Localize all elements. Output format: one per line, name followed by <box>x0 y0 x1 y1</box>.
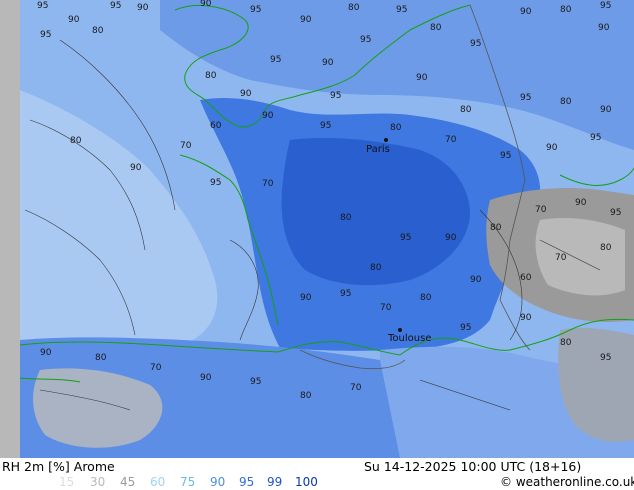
contour-value-label: 90 <box>68 15 80 25</box>
map-edge-strip <box>0 0 20 458</box>
contour-value-label: 80 <box>460 105 472 115</box>
contour-value-label: 80 <box>70 136 82 146</box>
legend-item-15: 15 <box>59 475 75 489</box>
contour-value-label: 90 <box>600 105 612 115</box>
contour-value-label: 90 <box>416 73 428 83</box>
contour-value-label: 90 <box>300 15 312 25</box>
contour-value-label: 80 <box>348 3 360 13</box>
humidity-map: 95 90 95 90 95 80 90 95 90 80 95 80 95 90 80 95 90 95 90 95… <box>0 0 634 458</box>
contour-value-label: 95 <box>610 208 621 218</box>
contour-value-label: 80 <box>370 263 382 273</box>
contour-value-label: 90 <box>262 111 274 121</box>
contour-value-label: 80 <box>560 5 572 15</box>
contour-value-label: 95 <box>330 91 341 101</box>
contour-value-label: 95 <box>40 30 51 40</box>
contour-value-label: 80 <box>560 338 572 348</box>
contour-value-label: 90 <box>520 7 532 17</box>
contour-value-label: 70 <box>445 135 457 145</box>
contour-value-label: 95 <box>250 377 261 387</box>
contour-value-label: 95 <box>320 121 331 131</box>
contour-value-label: 90 <box>575 198 587 208</box>
credit-text[interactable]: © weatheronline.co.uk <box>500 475 634 489</box>
legend-item-60: 60 <box>150 475 166 489</box>
map-footer: RH 2m [%] Arome Su 14-12-2025 10:00 UTC … <box>0 458 634 490</box>
contour-value-label: 70 <box>180 141 192 151</box>
contour-value-label: 95 <box>110 1 121 11</box>
contour-value-label: 80 <box>205 71 217 81</box>
toulouse-dot <box>398 328 402 332</box>
contour-value-label: 95 <box>210 178 221 188</box>
legend-item-90: 90 <box>210 475 226 489</box>
city-label-toulouse: Toulouse <box>387 333 431 344</box>
legend-item-95: 95 <box>239 475 255 489</box>
contour-value-label: 90 <box>200 373 212 383</box>
contour-value-label: 95 <box>500 151 511 161</box>
contour-value-label: 95 <box>270 55 281 65</box>
contour-value-label: 90 <box>200 0 212 9</box>
contour-value-label: 80 <box>92 26 104 36</box>
contour-value-label: 90 <box>137 3 149 13</box>
contour-value-label: 90 <box>520 313 532 323</box>
contour-value-label: 80 <box>300 391 312 401</box>
contour-value-label: 90 <box>240 89 252 99</box>
legend-item-99: 99 <box>267 475 283 489</box>
contour-value-label: 90 <box>546 143 558 153</box>
contour-value-label: 70 <box>350 383 362 393</box>
contour-value-label: 95 <box>590 133 601 143</box>
contour-value-label: 70 <box>262 179 274 189</box>
contour-value-label: 60 <box>520 273 532 283</box>
contour-value-label: 80 <box>95 353 107 363</box>
legend-item-75: 75 <box>180 475 196 489</box>
contour-value-label: 70 <box>555 253 567 263</box>
contour-value-label: 95 <box>37 1 48 11</box>
contour-value-label: 95 <box>360 35 371 45</box>
contour-value-label: 95 <box>460 323 471 333</box>
paris-dot <box>384 138 388 142</box>
contour-value-label: 95 <box>600 1 611 11</box>
contour-value-label: 95 <box>600 353 611 363</box>
contour-value-label: 95 <box>520 93 531 103</box>
legend-item-30: 30 <box>90 475 106 489</box>
contour-value-label: 90 <box>40 348 52 358</box>
contour-value-label: 95 <box>340 289 351 299</box>
map-datetime: Su 14-12-2025 10:00 UTC (18+16) <box>364 459 582 474</box>
contour-value-label: 80 <box>340 213 352 223</box>
legend-item-100: 100 <box>295 475 318 489</box>
contour-value-label: 90 <box>470 275 482 285</box>
contour-value-label: 90 <box>130 163 142 173</box>
contour-value-label: 60 <box>210 121 222 131</box>
contour-value-label: 95 <box>396 5 407 15</box>
contour-value-label: 90 <box>445 233 457 243</box>
contour-value-label: 95 <box>470 39 481 49</box>
contour-value-label: 80 <box>600 243 612 253</box>
contour-value-label: 95 <box>400 233 411 243</box>
contour-value-label: 95 <box>250 5 261 15</box>
contour-value-label: 80 <box>390 123 402 133</box>
contour-value-label: 70 <box>380 303 392 313</box>
contour-value-label: 90 <box>322 58 334 68</box>
contour-value-label: 80 <box>560 97 572 107</box>
weather-map-view: 95 90 95 90 95 80 90 95 90 80 95 80 95 90 80 95 90 95 90 95… <box>0 0 634 490</box>
contour-value-label: 90 <box>598 23 610 33</box>
contour-value-label: 80 <box>430 23 442 33</box>
humidity-band-60-alps <box>535 218 625 296</box>
contour-value-label: 80 <box>490 223 502 233</box>
contour-value-label: 70 <box>150 363 162 373</box>
legend-item-45: 45 <box>120 475 136 489</box>
contour-value-label: 80 <box>420 293 432 303</box>
city-label-paris: Paris <box>366 144 390 155</box>
contour-value-label: 70 <box>535 205 547 215</box>
map-title: RH 2m [%] Arome <box>2 459 115 474</box>
contour-value-label: 90 <box>300 293 312 303</box>
